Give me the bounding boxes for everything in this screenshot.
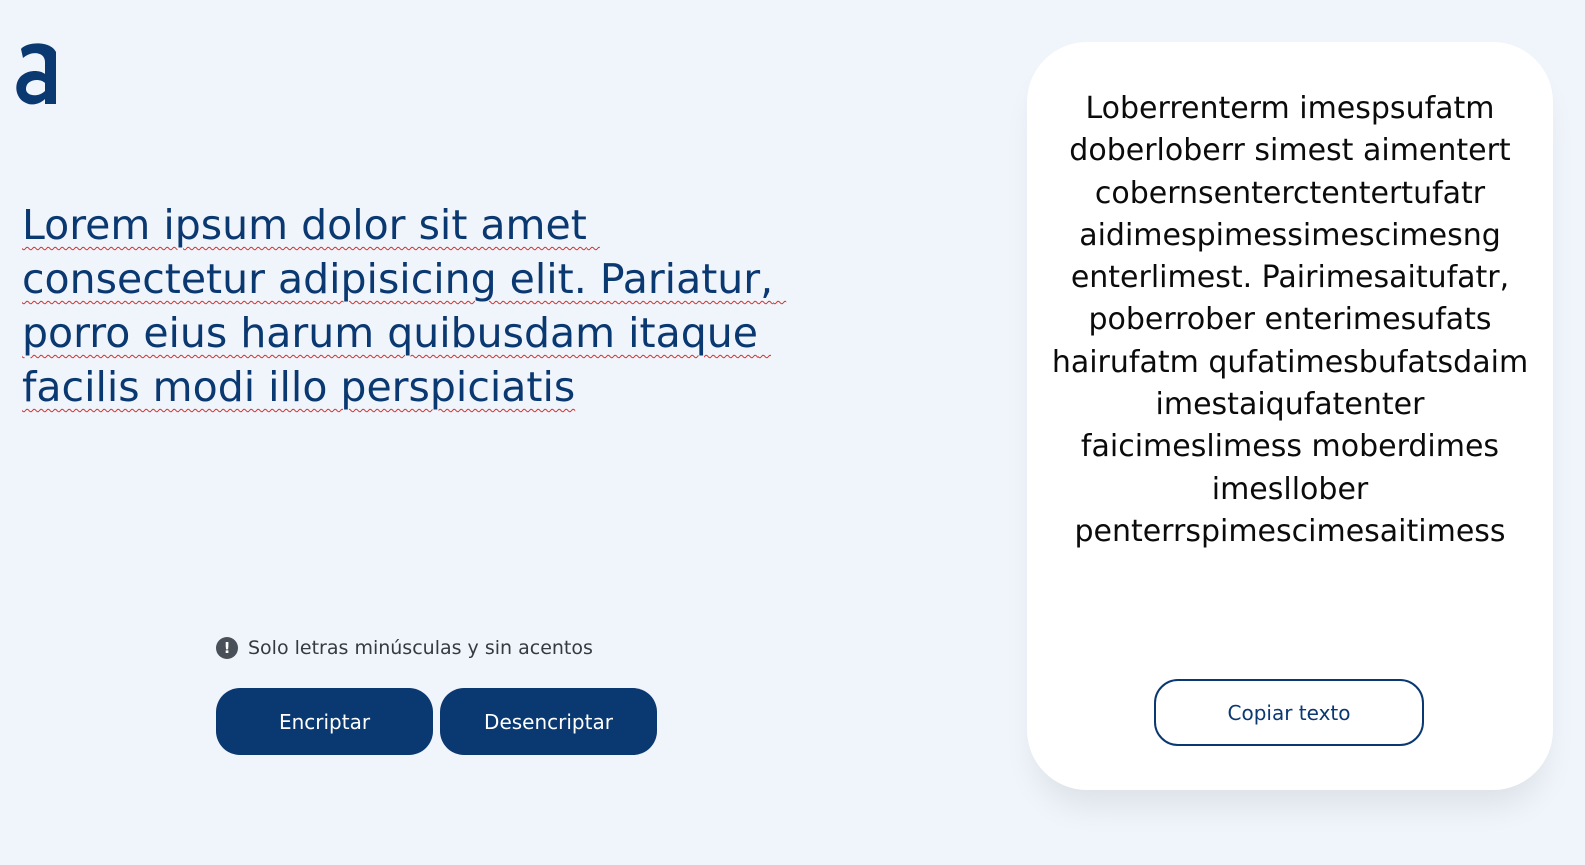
- input-hint: ! Solo letras minúsculas y sin acentos: [216, 637, 593, 659]
- exclamation-circle-icon: !: [216, 637, 238, 659]
- alura-a-logo-icon: [12, 36, 64, 110]
- decrypt-button[interactable]: Desencriptar: [440, 688, 657, 755]
- output-text: Loberrenterm imespsufatm doberloberr sim…: [1051, 91, 1529, 549]
- hint-text: Solo letras minúsculas y sin acentos: [248, 637, 593, 659]
- app-page: ! Solo letras minúsculas y sin acentos E…: [0, 0, 1585, 865]
- output-panel: Loberrenterm imespsufatm doberloberr sim…: [1027, 42, 1553, 790]
- encrypt-button[interactable]: Encriptar: [216, 688, 433, 755]
- copy-text-button[interactable]: Copiar texto: [1154, 679, 1424, 746]
- message-input[interactable]: [22, 198, 812, 518]
